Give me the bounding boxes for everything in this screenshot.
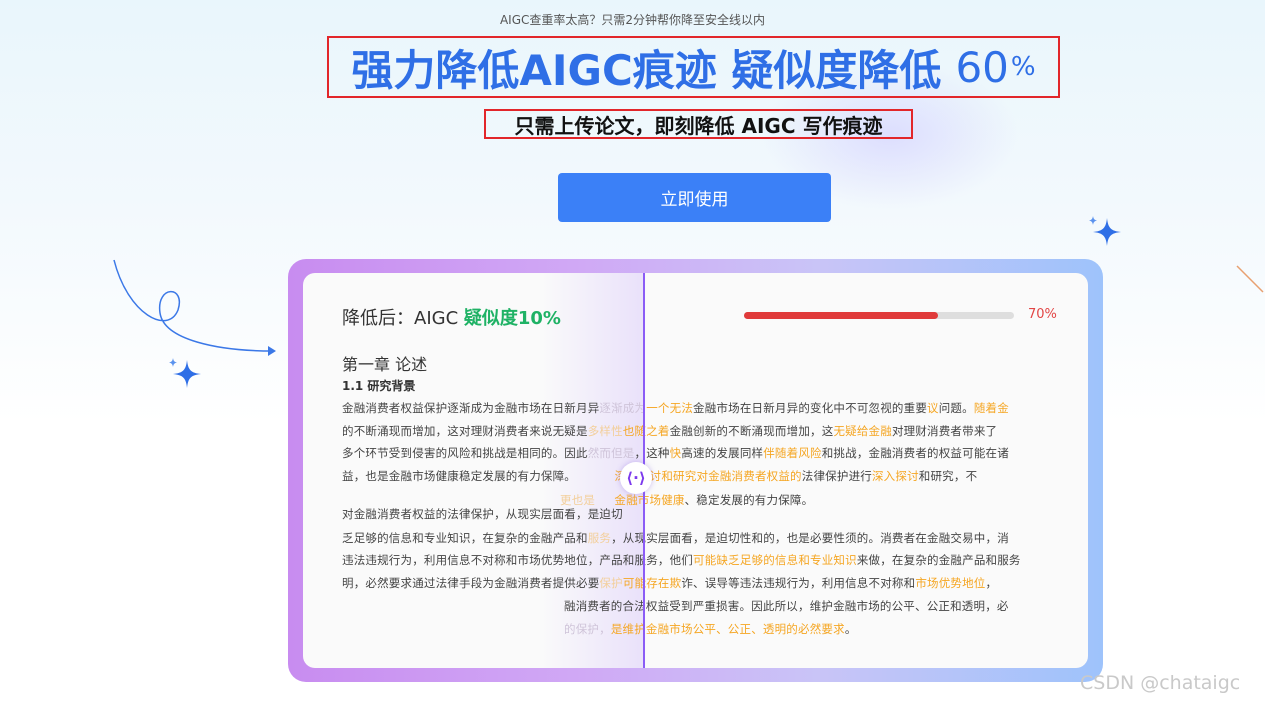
sparkle-icon [1089,216,1121,246]
hero-title-percent-number: 60 [955,42,1009,92]
paragraph-line: 多个环节受到侵害的风险和挑战是相同的。因此然而但是，这种快高速的发展同样伴随着风… [342,446,1009,461]
paragraph-line: 乏足够的信息和专业知识，在复杂的金融产品和服务，从现实层面看，是迫切性和的，也是… [342,530,1009,545]
hero-subtitle: 只需上传论文，即刻降低 AIGC 写作痕迹 [484,109,913,139]
paragraph-2: 对金融消费者权益的法律保护，从现实层面看，是迫切 乏足够的信息和专业知识，在复杂… [342,503,1021,640]
hero-title-percent-sign: % [1010,52,1036,82]
line-decoration [1236,265,1264,293]
similarity-progress-fill [744,312,939,319]
similarity-progress-bar [744,312,1014,319]
paragraph-line: 的不断涌现而增加，这对理财消费者来说无疑是多样性也随之着金融创新的不断涌现而增加… [342,423,998,438]
watermark: CSDN @chataigc [1080,672,1241,694]
sparkle-icon [169,358,201,388]
similarity-progress-text: 70% [1028,307,1057,322]
paragraph-line: 明，必然要求通过法律手段为金融消费者提供必要保护可能存在欺诈、误导等违法违规行为… [342,576,998,591]
use-now-button[interactable]: 立即使用 [558,173,831,222]
chapter-heading: 第一章 论述 [342,355,428,374]
paragraph-1: 金融消费者权益保护逐渐成为金融市场在日新月异逐渐成为一个无法金融市场在日新月异的… [342,397,1009,488]
paragraph-line: 的保护，是维护金融市场公平、公正、透明的必然要求。 [564,621,857,636]
paragraph-line: 金融消费者权益保护逐渐成为金融市场在日新月异逐渐成为一个无法金融市场在日新月异的… [342,401,1009,415]
after-score-value: 疑似度10% [463,308,561,329]
swirl-arrow-decoration [113,259,276,356]
hero-title-text: 强力降低AIGC痕迹 疑似度降低 [351,45,942,95]
paragraph-line: 融消费者的合法权益受到严重损害。因此所以，维护金融市场的公平、公正和透明，必 [564,598,1009,613]
section-heading: 1.1 研究背景 [342,379,416,393]
top-tagline: AIGC查重率太高？只需2分钟帮你降至安全线以内 [499,13,766,27]
compare-slider-handle-icon[interactable]: ⟨·⟩ [620,462,652,494]
paragraph-line: 对金融消费者权益的法律保护，从现实层面看，是迫切 [342,507,623,521]
paragraph-line: 益，也是金融市场健康稳定发展的有力保障。 深入探讨和研究对金融消费者权益的法律保… [342,469,978,484]
hero-title: 强力降低AIGC痕迹 疑似度降低 60 % [327,36,1060,98]
after-score-label: 降低后：AIGC 疑似度10% [342,304,561,330]
after-score-prefix: 降低后：AIGC [342,308,459,329]
paragraph-line: 违法违规行为，利用信息不对称和市场优势地位，产品和服务，他们可能缺乏足够的信息和… [342,553,1021,568]
